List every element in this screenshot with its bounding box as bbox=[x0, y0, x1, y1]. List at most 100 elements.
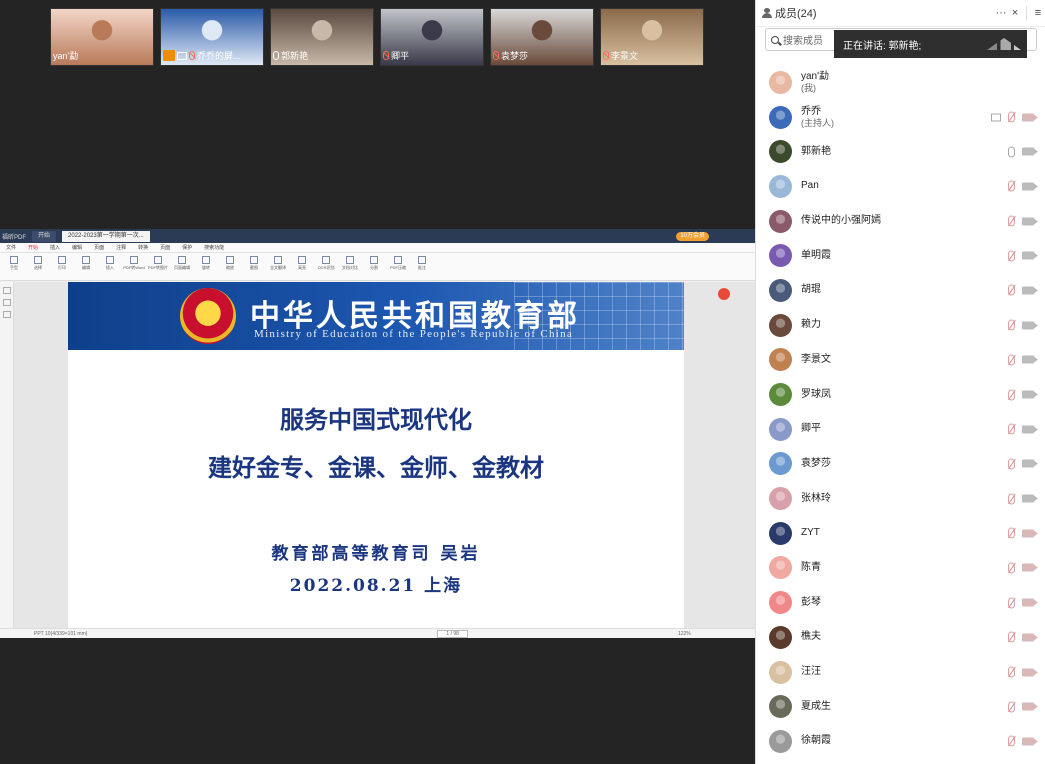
ribbon-button[interactable]: 手型 bbox=[6, 256, 22, 276]
pdf-menu-item[interactable]: 搜索功能 bbox=[204, 244, 224, 251]
pdf-menu-item[interactable]: 转换 bbox=[138, 244, 148, 251]
video-thumbnail[interactable]: 乔乔的屏... bbox=[160, 8, 264, 66]
mic-icon[interactable] bbox=[1008, 146, 1015, 158]
close-icon[interactable]: × bbox=[1008, 7, 1022, 19]
mic-muted-icon[interactable] bbox=[1008, 111, 1015, 123]
ribbon-button[interactable]: 旋转 bbox=[198, 256, 214, 276]
video-thumbnail[interactable]: 卿平 bbox=[380, 8, 484, 66]
member-row[interactable]: 赖力 bbox=[756, 308, 1045, 343]
float-tool-icon[interactable] bbox=[718, 288, 730, 300]
member-row[interactable]: ZYT bbox=[756, 516, 1045, 551]
ribbon-button[interactable]: 选择 bbox=[30, 256, 46, 276]
camera-off-icon[interactable] bbox=[1022, 702, 1038, 711]
mic-muted-icon[interactable] bbox=[1008, 319, 1015, 331]
mic-muted-icon[interactable] bbox=[1008, 527, 1015, 539]
member-row[interactable]: 徐朝霞 bbox=[756, 724, 1045, 759]
member-row[interactable]: yan'勐 (我) bbox=[756, 65, 1045, 100]
video-thumbnail[interactable]: 李景文 bbox=[600, 8, 704, 66]
ribbon-button[interactable]: 页面编辑 bbox=[174, 256, 190, 276]
ribbon-button[interactable]: 批注 bbox=[414, 256, 430, 276]
camera-icon[interactable] bbox=[1022, 182, 1038, 191]
ribbon-button[interactable]: 编辑 bbox=[78, 256, 94, 276]
member-row[interactable]: 乔乔 (主持人) bbox=[756, 100, 1045, 135]
camera-icon[interactable] bbox=[1022, 321, 1038, 330]
member-row[interactable]: 卿平 bbox=[756, 412, 1045, 447]
mic-muted-icon[interactable] bbox=[1008, 735, 1015, 747]
mic-muted-icon[interactable] bbox=[1008, 493, 1015, 505]
member-row[interactable]: 袁梦莎 bbox=[756, 447, 1045, 482]
member-row[interactable]: 单明霞 bbox=[756, 238, 1045, 273]
pdf-menu-item[interactable]: 开始 bbox=[28, 244, 38, 251]
ribbon-button[interactable]: PDF转Word bbox=[123, 256, 145, 276]
mic-muted-icon[interactable] bbox=[1008, 250, 1015, 262]
ribbon-button[interactable]: PDF压缩 bbox=[390, 256, 406, 276]
pdf-menu-item[interactable]: 文件 bbox=[6, 244, 16, 251]
ribbon-button[interactable]: 缩放 bbox=[222, 256, 238, 276]
ribbon-button[interactable]: 截图 bbox=[246, 256, 262, 276]
vip-badge[interactable]: 10万会员 bbox=[676, 231, 709, 241]
member-row[interactable]: 张林玲 bbox=[756, 481, 1045, 516]
pdf-tab-home[interactable]: 开始 bbox=[32, 230, 57, 242]
mic-muted-icon[interactable] bbox=[1008, 701, 1015, 713]
ribbon-button[interactable]: OCR识别 bbox=[318, 256, 334, 276]
mic-muted-icon[interactable] bbox=[1008, 423, 1015, 435]
page-indicator[interactable]: 1 / 98 bbox=[437, 629, 468, 638]
member-row[interactable]: 樵夫 bbox=[756, 620, 1045, 655]
pdf-menu-item[interactable]: 保护 bbox=[182, 244, 192, 251]
ribbon-button[interactable]: 插入 bbox=[102, 256, 118, 276]
camera-icon[interactable] bbox=[1022, 355, 1038, 364]
mic-muted-icon[interactable] bbox=[1008, 180, 1015, 192]
pdf-tab-document[interactable]: 2022-2023第一学期第一次... bbox=[62, 230, 150, 242]
bookmark-icon[interactable] bbox=[3, 299, 11, 306]
ribbon-button[interactable]: 分割 bbox=[366, 256, 382, 276]
mic-muted-icon[interactable] bbox=[1008, 562, 1015, 574]
camera-icon[interactable] bbox=[1022, 390, 1038, 399]
ribbon-button[interactable]: 高亮 bbox=[294, 256, 310, 276]
pdf-menu-item[interactable]: 注释 bbox=[116, 244, 126, 251]
video-thumbnail[interactable]: 袁梦莎 bbox=[490, 8, 594, 66]
mic-muted-icon[interactable] bbox=[1008, 597, 1015, 609]
member-row[interactable]: Pan bbox=[756, 169, 1045, 204]
camera-off-icon[interactable] bbox=[1022, 633, 1038, 642]
ribbon-button[interactable]: 文档对比 bbox=[342, 256, 358, 276]
comment-icon[interactable] bbox=[3, 311, 11, 318]
camera-off-icon[interactable] bbox=[1022, 737, 1038, 746]
ribbon-button[interactable]: PDF转图片 bbox=[148, 256, 168, 276]
mic-muted-icon[interactable] bbox=[1008, 458, 1015, 470]
pdf-menu-item[interactable]: 插入 bbox=[50, 244, 60, 251]
ribbon-button[interactable]: 打印 bbox=[54, 256, 70, 276]
member-row[interactable]: 彭琴 bbox=[756, 585, 1045, 620]
camera-icon[interactable] bbox=[1022, 217, 1038, 226]
pdf-menu-item[interactable]: 编辑 bbox=[72, 244, 82, 251]
camera-off-icon[interactable] bbox=[1022, 113, 1038, 122]
zoom-level[interactable]: 122% bbox=[678, 631, 691, 637]
menu-icon[interactable]: ≡ bbox=[1031, 7, 1045, 19]
mic-muted-icon[interactable] bbox=[1008, 389, 1015, 401]
camera-off-icon[interactable] bbox=[1022, 598, 1038, 607]
camera-icon[interactable] bbox=[1022, 147, 1038, 156]
member-row[interactable]: 罗球凤 bbox=[756, 377, 1045, 412]
member-row[interactable]: 汪汪 bbox=[756, 655, 1045, 690]
camera-icon[interactable] bbox=[1022, 251, 1038, 260]
thumbnail-icon[interactable] bbox=[3, 287, 11, 294]
camera-icon[interactable] bbox=[1022, 494, 1038, 503]
member-row[interactable]: 夏成生 bbox=[756, 689, 1045, 724]
camera-icon[interactable] bbox=[1022, 286, 1038, 295]
mic-muted-icon[interactable] bbox=[1008, 284, 1015, 296]
video-thumbnail[interactable]: 郭新艳 bbox=[270, 8, 374, 66]
pdf-menu-item[interactable]: 页面 bbox=[94, 244, 104, 251]
member-row[interactable]: 郭新艳 bbox=[756, 134, 1045, 169]
member-row[interactable]: 陈青 bbox=[756, 551, 1045, 586]
mic-muted-icon[interactable] bbox=[1008, 666, 1015, 678]
camera-off-icon[interactable] bbox=[1022, 563, 1038, 572]
mic-muted-icon[interactable] bbox=[1008, 215, 1015, 227]
mic-muted-icon[interactable] bbox=[1008, 631, 1015, 643]
ribbon-button[interactable]: 全文翻译 bbox=[270, 256, 286, 276]
member-row[interactable]: 传说中的小强阿嫣 bbox=[756, 204, 1045, 239]
mic-muted-icon[interactable] bbox=[1008, 354, 1015, 366]
camera-off-icon[interactable] bbox=[1022, 668, 1038, 677]
more-options-icon[interactable]: ··· bbox=[994, 7, 1008, 19]
member-row[interactable]: 胡琨 bbox=[756, 273, 1045, 308]
camera-off-icon[interactable] bbox=[1022, 529, 1038, 538]
camera-icon[interactable] bbox=[1022, 459, 1038, 468]
